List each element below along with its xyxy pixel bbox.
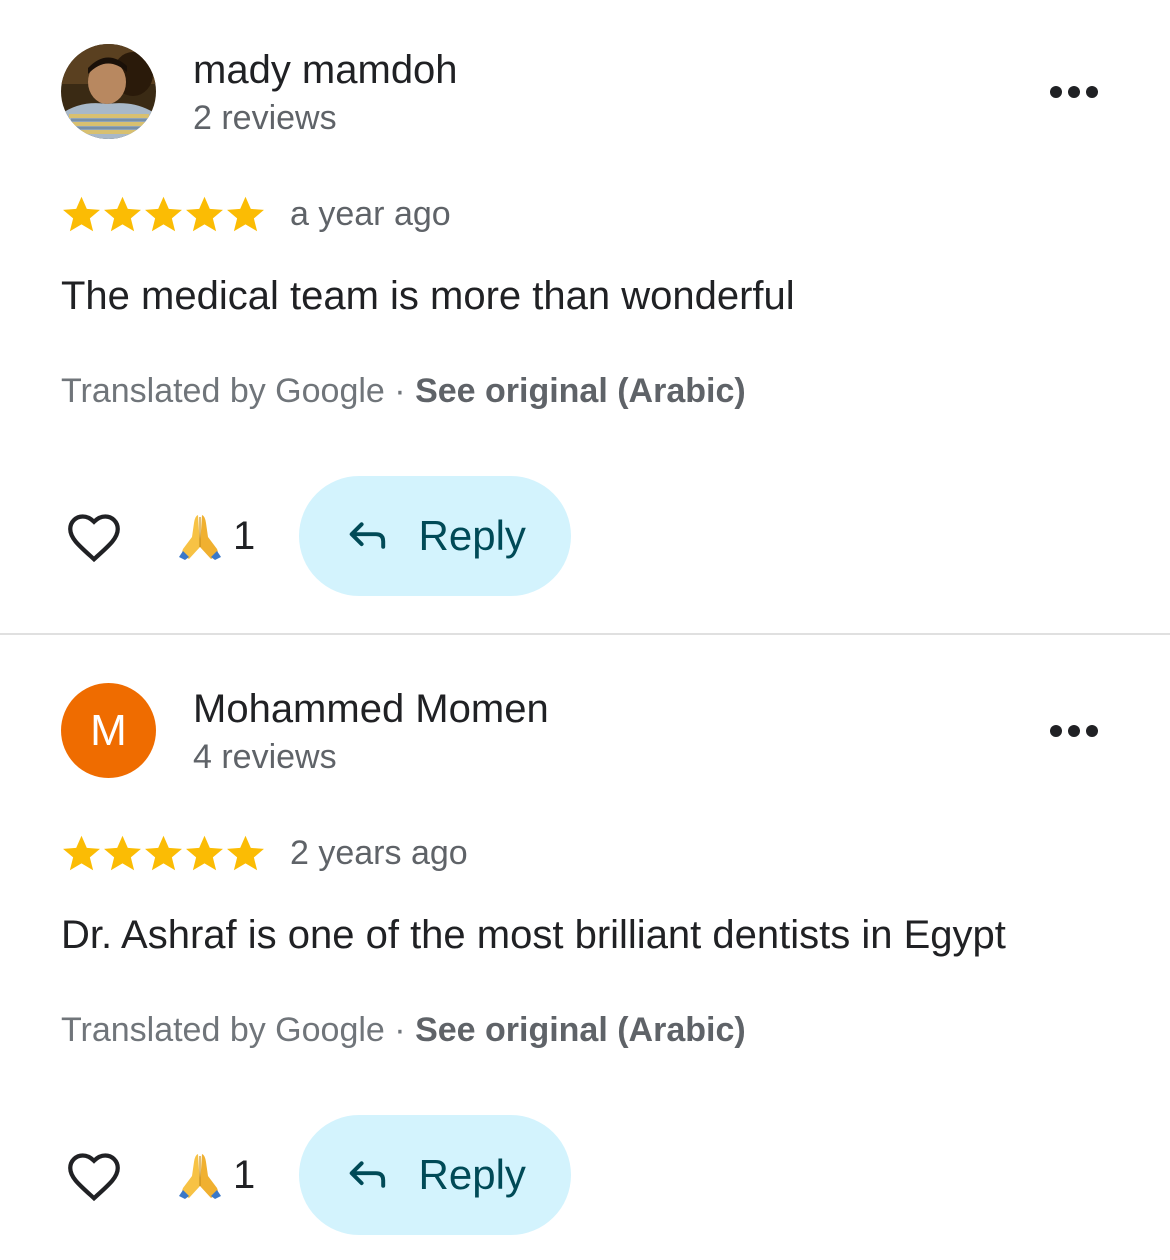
- reaction-summary[interactable]: 1: [175, 1150, 255, 1200]
- author-review-count: 4 reviews: [193, 738, 337, 776]
- separator-dot: ·: [394, 1011, 406, 1049]
- see-original-link[interactable]: See original (Arabic): [415, 1011, 746, 1049]
- star-icon: [104, 835, 141, 870]
- avatar[interactable]: [61, 44, 156, 139]
- heart-icon: [68, 514, 120, 563]
- reply-label: Reply: [418, 1151, 526, 1198]
- translation-note: Translated by Google · See original (Ara…: [61, 370, 746, 412]
- see-original-link[interactable]: See original (Arabic): [415, 372, 746, 410]
- star-icon: [186, 196, 223, 231]
- separator-dot: ·: [394, 372, 406, 410]
- review-divider: [0, 633, 1170, 635]
- review-card: mady mamdoh 2 reviews a year ago The med…: [0, 0, 1170, 600]
- review-actions: 1 Reply: [61, 476, 572, 596]
- star-icon: [186, 835, 223, 870]
- reply-button[interactable]: Reply: [299, 1115, 572, 1235]
- more-horizontal-icon: [1050, 725, 1098, 737]
- reaction-count: 1: [233, 513, 256, 558]
- reaction-count: 1: [233, 1152, 256, 1197]
- like-button[interactable]: [61, 503, 127, 569]
- star-rating: [61, 833, 266, 874]
- more-options-button[interactable]: [1040, 72, 1108, 112]
- more-options-button[interactable]: [1040, 711, 1108, 751]
- review-actions: 1 Reply: [61, 1115, 572, 1235]
- folded-hands-icon: [179, 515, 221, 560]
- review-date: a year ago: [290, 194, 451, 233]
- avatar[interactable]: M: [61, 683, 156, 778]
- reply-label: Reply: [418, 512, 526, 559]
- star-icon: [145, 835, 182, 870]
- avatar-initial: M: [90, 705, 127, 755]
- star-icon: [104, 196, 141, 231]
- avatar-photo: [61, 44, 156, 139]
- reply-arrow-icon: [349, 522, 385, 549]
- star-icon: [63, 196, 100, 231]
- translation-note: Translated by Google · See original (Ara…: [61, 1009, 746, 1051]
- reaction-summary[interactable]: 1: [175, 511, 255, 561]
- review-card: M Mohammed Momen 4 reviews 2 years ago D…: [0, 639, 1170, 1239]
- folded-hands-icon: [179, 1154, 221, 1199]
- reply-button[interactable]: Reply: [299, 476, 572, 596]
- review-text: Dr. Ashraf is one of the most brilliant …: [61, 913, 1006, 957]
- review-date: 2 years ago: [290, 833, 468, 872]
- review-text: The medical team is more than wonderful: [61, 274, 795, 318]
- rating-row: 2 years ago: [61, 831, 468, 875]
- star-icon: [63, 835, 100, 870]
- star-icon: [227, 835, 264, 870]
- star-rating: [61, 194, 266, 235]
- author-review-count: 2 reviews: [193, 99, 337, 137]
- translated-by-label: Translated by Google: [61, 1011, 385, 1049]
- reply-arrow-icon: [349, 1161, 385, 1188]
- author-name[interactable]: mady mamdoh: [193, 46, 458, 94]
- star-icon: [227, 196, 264, 231]
- star-icon: [145, 196, 182, 231]
- more-horizontal-icon: [1050, 86, 1098, 98]
- translated-by-label: Translated by Google: [61, 372, 385, 410]
- like-button[interactable]: [61, 1142, 127, 1208]
- rating-row: a year ago: [61, 192, 451, 236]
- author-name[interactable]: Mohammed Momen: [193, 685, 549, 733]
- heart-icon: [68, 1153, 120, 1202]
